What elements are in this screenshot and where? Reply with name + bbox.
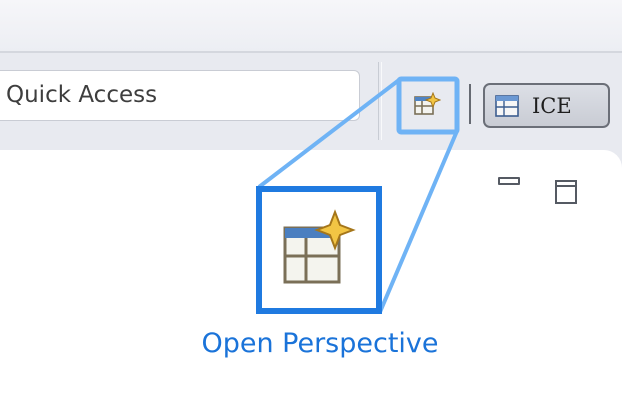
open-perspective-callout (256, 186, 382, 314)
toolbar-separator (378, 62, 379, 140)
minimize-icon[interactable] (498, 177, 520, 185)
open-perspective-button[interactable] (398, 78, 456, 132)
perspective-icon (495, 94, 519, 117)
perspective-switcher-divider (469, 84, 471, 124)
quick-access-field[interactable]: Quick Access (0, 70, 360, 121)
toolbar-separator-highlight (381, 62, 382, 140)
maximize-icon[interactable] (555, 180, 577, 204)
panel-corner (603, 150, 622, 180)
callout-caption: Open Perspective (201, 328, 439, 359)
perspective-ice-button[interactable]: ICE (483, 83, 610, 128)
window-top-bar (0, 0, 622, 52)
perspective-ice-label: ICE (532, 93, 572, 118)
open-perspective-icon (414, 92, 441, 115)
open-perspective-icon (283, 209, 356, 284)
